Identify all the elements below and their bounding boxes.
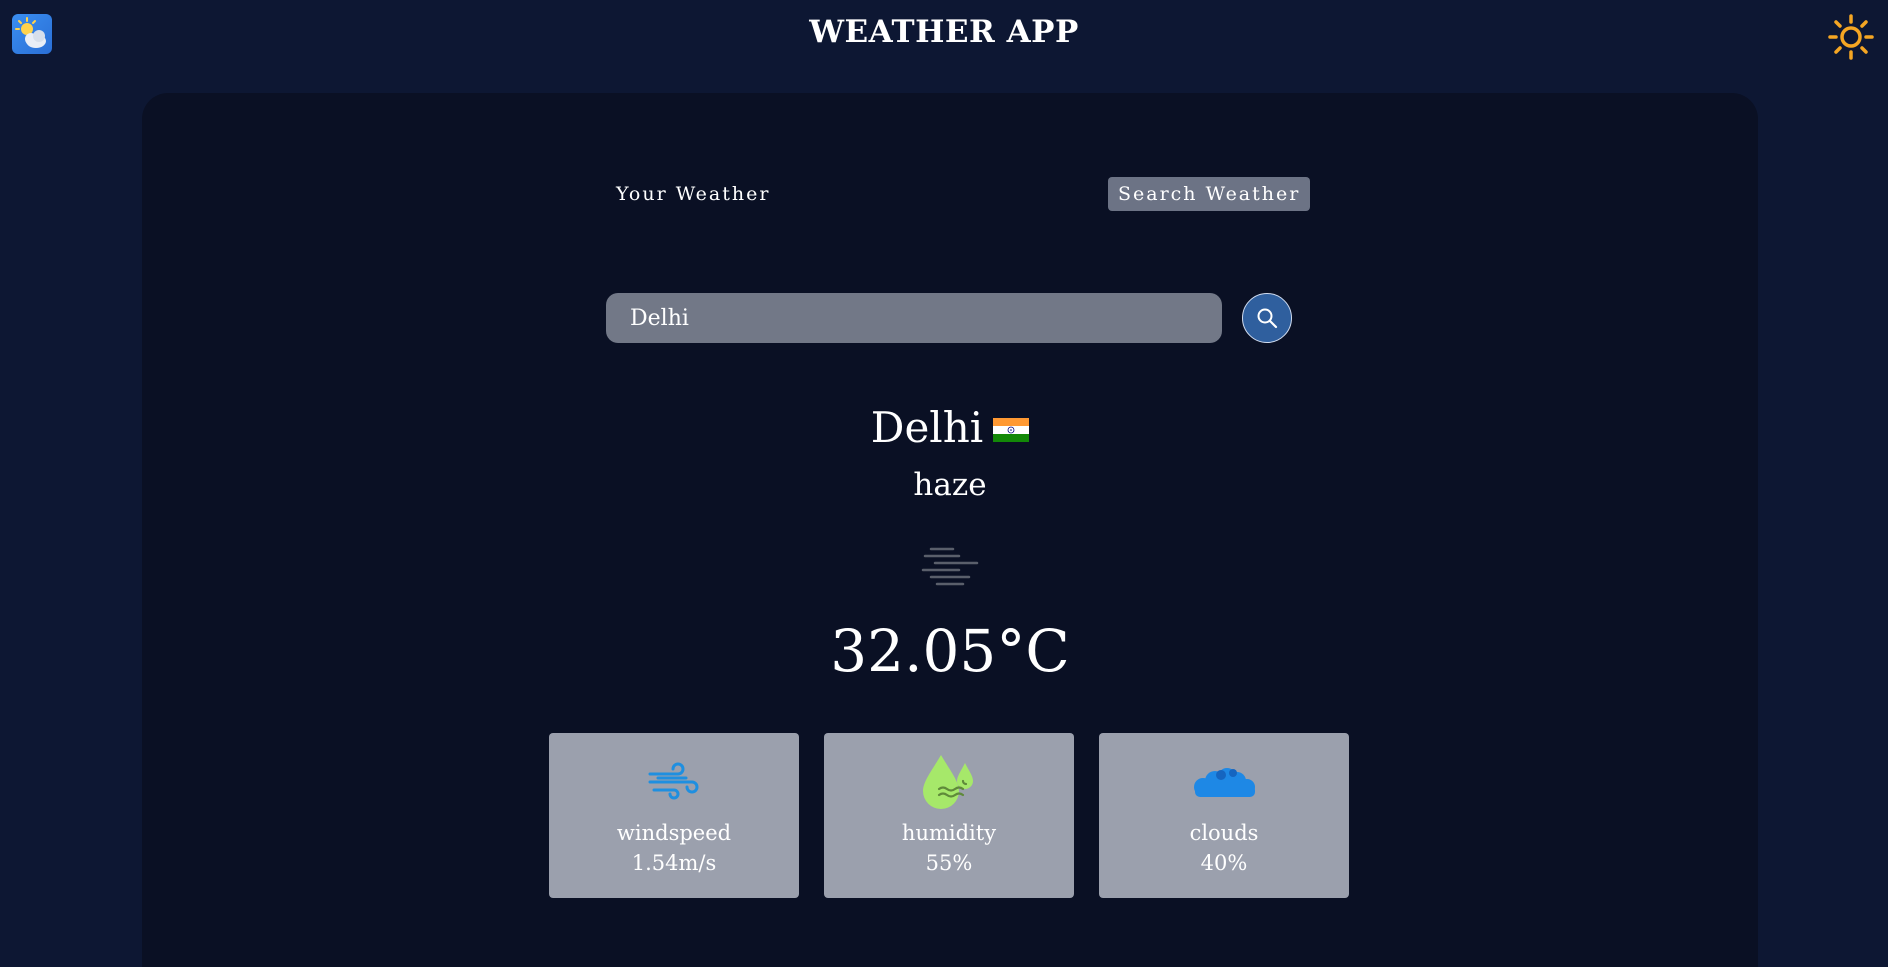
clouds-label: clouds	[1189, 821, 1259, 845]
wind-icon	[549, 753, 799, 811]
humidity-label: humidity	[901, 821, 997, 845]
india-flag-icon	[993, 417, 1030, 442]
weather-card: Your Weather Search Weather Delhi haze	[142, 93, 1758, 967]
humidity-value: 55%	[925, 851, 973, 875]
page: WEATHER APP Your Weather Search Weather	[0, 0, 1888, 967]
tab-search-weather[interactable]: Search Weather	[1108, 177, 1311, 211]
search-button[interactable]	[1242, 293, 1292, 343]
clouds-card: clouds 40%	[1099, 733, 1349, 898]
search-icon	[1257, 308, 1278, 329]
city-row: Delhi	[142, 403, 1758, 452]
haze-icon	[919, 545, 983, 589]
temperature: 32.05°C	[830, 617, 1070, 685]
cloud-icon	[1099, 753, 1349, 811]
humidity-drop-icon	[824, 753, 1074, 811]
app-title: WEATHER APP	[809, 14, 1079, 50]
city-name: Delhi	[870, 403, 984, 452]
windspeed-value: 1.54m/s	[631, 851, 717, 875]
search-input[interactable]	[606, 293, 1222, 343]
windspeed-label: windspeed	[616, 821, 732, 845]
tab-your-weather[interactable]: Your Weather	[606, 177, 780, 211]
windspeed-card: windspeed 1.54m/s	[549, 733, 799, 898]
theme-toggle-sun-icon[interactable]	[1828, 14, 1874, 60]
humidity-card: humidity 55%	[824, 733, 1074, 898]
weather-description: haze	[913, 467, 987, 503]
clouds-value: 40%	[1200, 851, 1248, 875]
